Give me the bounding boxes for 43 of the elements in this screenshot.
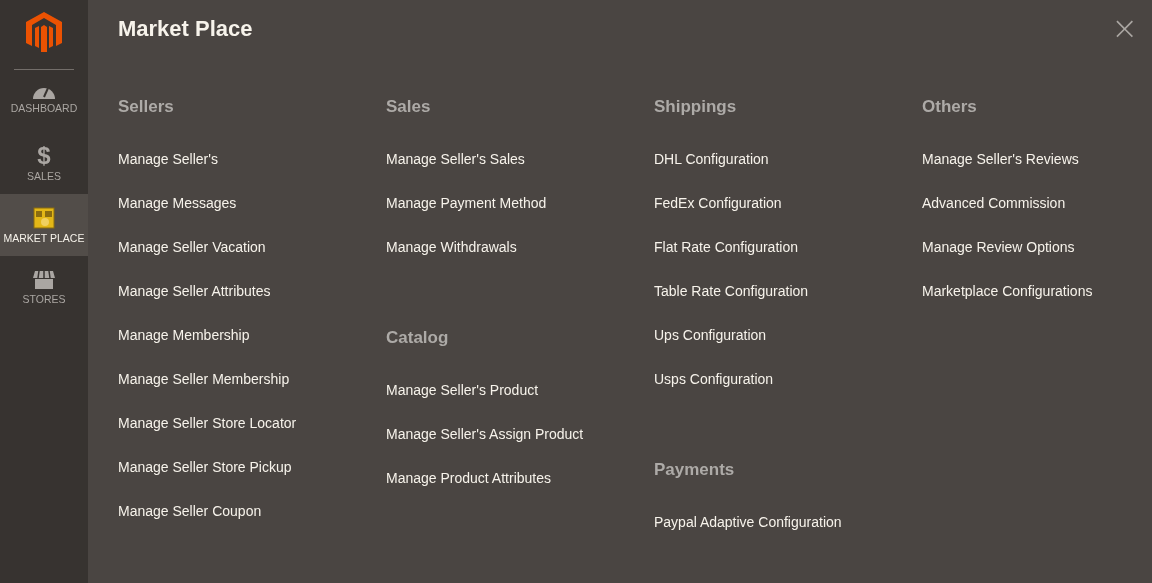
close-button[interactable]: × — [1107, 8, 1142, 48]
market-stall-icon — [33, 206, 55, 229]
menu-link[interactable]: Manage Payment Method — [386, 194, 547, 238]
menu-link[interactable]: Manage Seller Vacation — [118, 238, 266, 282]
group-heading: Sellers — [118, 97, 175, 118]
logo-icon — [26, 12, 62, 52]
menu-link[interactable]: Manage Seller Store Locator — [118, 414, 297, 458]
group-heading: Shippings — [654, 97, 738, 118]
sidebar-item[interactable]: STORES — [0, 256, 88, 318]
menu-link[interactable]: Paypal Adaptive Configuration — [654, 513, 842, 557]
menu-link[interactable]: Manage Membership — [118, 326, 250, 370]
group-heading: Payments — [654, 460, 736, 481]
menu-link[interactable]: Manage Seller's Reviews — [922, 150, 1079, 194]
menu-link[interactable]: Manage Product Attributes — [386, 469, 551, 513]
menu-link[interactable]: Manage Seller Coupon — [118, 502, 262, 546]
menu-link[interactable]: Manage Seller's Assign Product — [386, 425, 584, 469]
menu-link[interactable]: Flat Rate Configuration — [654, 238, 798, 282]
menu-link[interactable]: Manage Messages — [118, 194, 237, 238]
menu-link[interactable]: Manage Seller Store Pickup — [118, 458, 292, 502]
dollar-icon: $ — [37, 144, 51, 167]
menu-link[interactable]: Marketplace Configurations — [922, 282, 1093, 326]
menu-link[interactable]: Table Rate Configuration — [654, 282, 809, 326]
menu-link[interactable]: Manage Seller's Sales — [386, 150, 525, 194]
panel-title: Market Place — [118, 16, 253, 43]
menu-link[interactable]: Manage Seller Attributes — [118, 282, 271, 326]
menu-link[interactable]: Manage Withdrawals — [386, 238, 517, 282]
sidebar-item[interactable]: $ SALES — [0, 132, 88, 194]
group-heading: Sales — [386, 97, 432, 118]
store-icon — [32, 269, 56, 290]
menu-link[interactable]: Ups Configuration — [654, 326, 767, 370]
sidebar-item[interactable]: MARKET PLACE — [0, 194, 88, 256]
gauge-icon — [33, 88, 55, 99]
menu-link[interactable]: Manage Review Options — [922, 238, 1075, 282]
menu-link[interactable]: Manage Seller Membership — [118, 370, 290, 414]
menu-link[interactable]: Manage Seller's Product — [386, 381, 539, 425]
menu-link[interactable]: Advanced Commission — [922, 194, 1066, 238]
group-heading: Others — [922, 97, 978, 118]
menu-link[interactable]: Manage Seller's — [118, 150, 218, 194]
menu-link[interactable]: FedEx Configuration — [654, 194, 782, 238]
menu-link[interactable]: Usps Configuration — [654, 370, 774, 414]
group-heading: Catalog — [386, 328, 450, 349]
sidebar-item[interactable]: DASHBOARD — [0, 70, 88, 132]
menu-link[interactable]: DHL Configuration — [654, 150, 769, 194]
